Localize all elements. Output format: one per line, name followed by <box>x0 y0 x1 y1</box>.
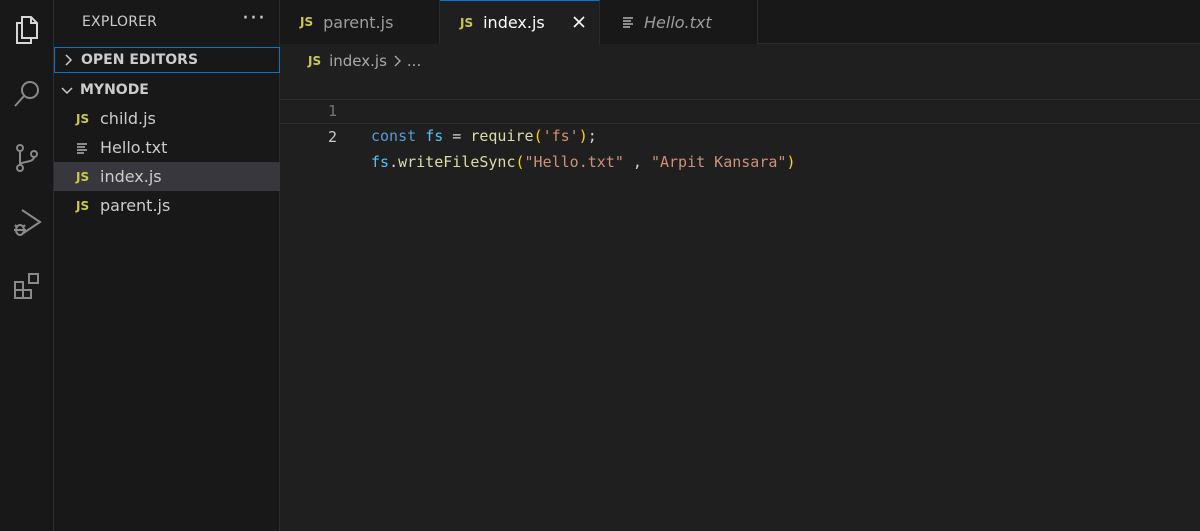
code-token: , <box>623 153 651 171</box>
tab-label: index.js <box>483 13 545 32</box>
code-line[interactable]: 1 const fs = require('fs'); <box>280 74 1200 145</box>
more-actions-button[interactable]: ··· <box>242 6 266 31</box>
breadcrumb-more[interactable]: ... <box>407 52 421 70</box>
explorer-icon[interactable] <box>0 6 54 54</box>
code-token: ) <box>786 153 796 171</box>
breadcrumb: JS index.js ... <box>308 50 421 72</box>
file-item-child-js[interactable]: JS child.js <box>54 104 280 133</box>
folder-label: MYNODE <box>80 82 149 98</box>
js-file-icon: JS <box>76 198 90 213</box>
tab-hello-txt[interactable]: Hello.txt <box>600 0 758 44</box>
code-token: = <box>443 127 471 145</box>
file-name: parent.js <box>100 196 171 215</box>
code-token: const <box>371 127 417 145</box>
js-file-icon: JS <box>76 111 90 126</box>
code-editor[interactable]: 1 const fs = require('fs'); 2 fs.writeFi… <box>280 74 1200 531</box>
text-file-icon <box>623 17 633 28</box>
breadcrumb-file[interactable]: index.js <box>329 52 387 70</box>
file-name: Hello.txt <box>100 138 168 157</box>
file-item-hello-txt[interactable]: Hello.txt <box>54 133 280 162</box>
code-token: ( <box>515 153 525 171</box>
js-file-icon: JS <box>460 15 474 30</box>
open-editors-label: OPEN EDITORS <box>81 52 199 68</box>
code-token: "Hello.txt" <box>524 153 624 171</box>
line-number: 2 <box>327 128 337 146</box>
text-file-icon <box>77 142 87 154</box>
js-file-icon: JS <box>308 54 322 68</box>
folder-section-mynode[interactable]: MYNODE <box>54 77 280 103</box>
tab-index-js[interactable]: JS index.js <box>440 0 600 44</box>
chevron-right-icon <box>394 55 401 67</box>
file-name: index.js <box>100 167 162 186</box>
code-token: . <box>389 153 399 171</box>
js-file-icon: JS <box>300 15 314 29</box>
code-token: require <box>470 127 534 145</box>
code-token: ) <box>578 127 588 145</box>
code-content: fs.writeFileSync("Hello.txt" , "Arpit Ka… <box>371 150 795 175</box>
run-debug-icon[interactable] <box>0 198 54 246</box>
code-token: ; <box>587 127 597 145</box>
tab-label: Hello.txt <box>644 12 712 32</box>
file-item-parent-js[interactable]: JS parent.js <box>54 191 280 220</box>
sidebar-header: EXPLORER ··· <box>54 0 280 44</box>
code-token: ( <box>533 127 543 145</box>
code-token: writeFileSync <box>398 153 516 171</box>
activity-bar <box>0 0 54 531</box>
open-editors-section[interactable]: OPEN EDITORS <box>54 47 280 73</box>
source-control-icon[interactable] <box>0 134 54 182</box>
extensions-icon[interactable] <box>0 262 54 310</box>
sidebar-title: EXPLORER <box>82 14 158 30</box>
file-name: child.js <box>100 109 156 128</box>
chevron-right-icon <box>55 53 81 67</box>
tab-label: parent.js <box>323 12 394 32</box>
close-icon[interactable] <box>571 14 587 30</box>
file-item-index-js[interactable]: JS index.js <box>54 162 280 191</box>
code-content: const fs = require('fs'); <box>371 124 597 149</box>
code-token: "Arpit Kansara" <box>650 153 787 171</box>
tab-parent-js[interactable]: JS parent.js <box>280 0 440 44</box>
explorer-sidebar: EXPLORER ··· OPEN EDITORS MYNODE JS chil… <box>54 0 280 531</box>
code-token: fs <box>371 153 390 171</box>
chevron-down-icon <box>54 83 80 97</box>
code-line-current[interactable]: 2 fs.writeFileSync("Hello.txt" , "Arpit … <box>280 99 1200 171</box>
code-token: 'fs' <box>542 127 579 145</box>
editor-tab-bar: JS parent.js JS index.js Hello.txt <box>280 0 1200 44</box>
search-icon[interactable] <box>0 70 54 118</box>
js-file-icon: JS <box>76 169 90 184</box>
code-token: fs <box>425 127 444 145</box>
